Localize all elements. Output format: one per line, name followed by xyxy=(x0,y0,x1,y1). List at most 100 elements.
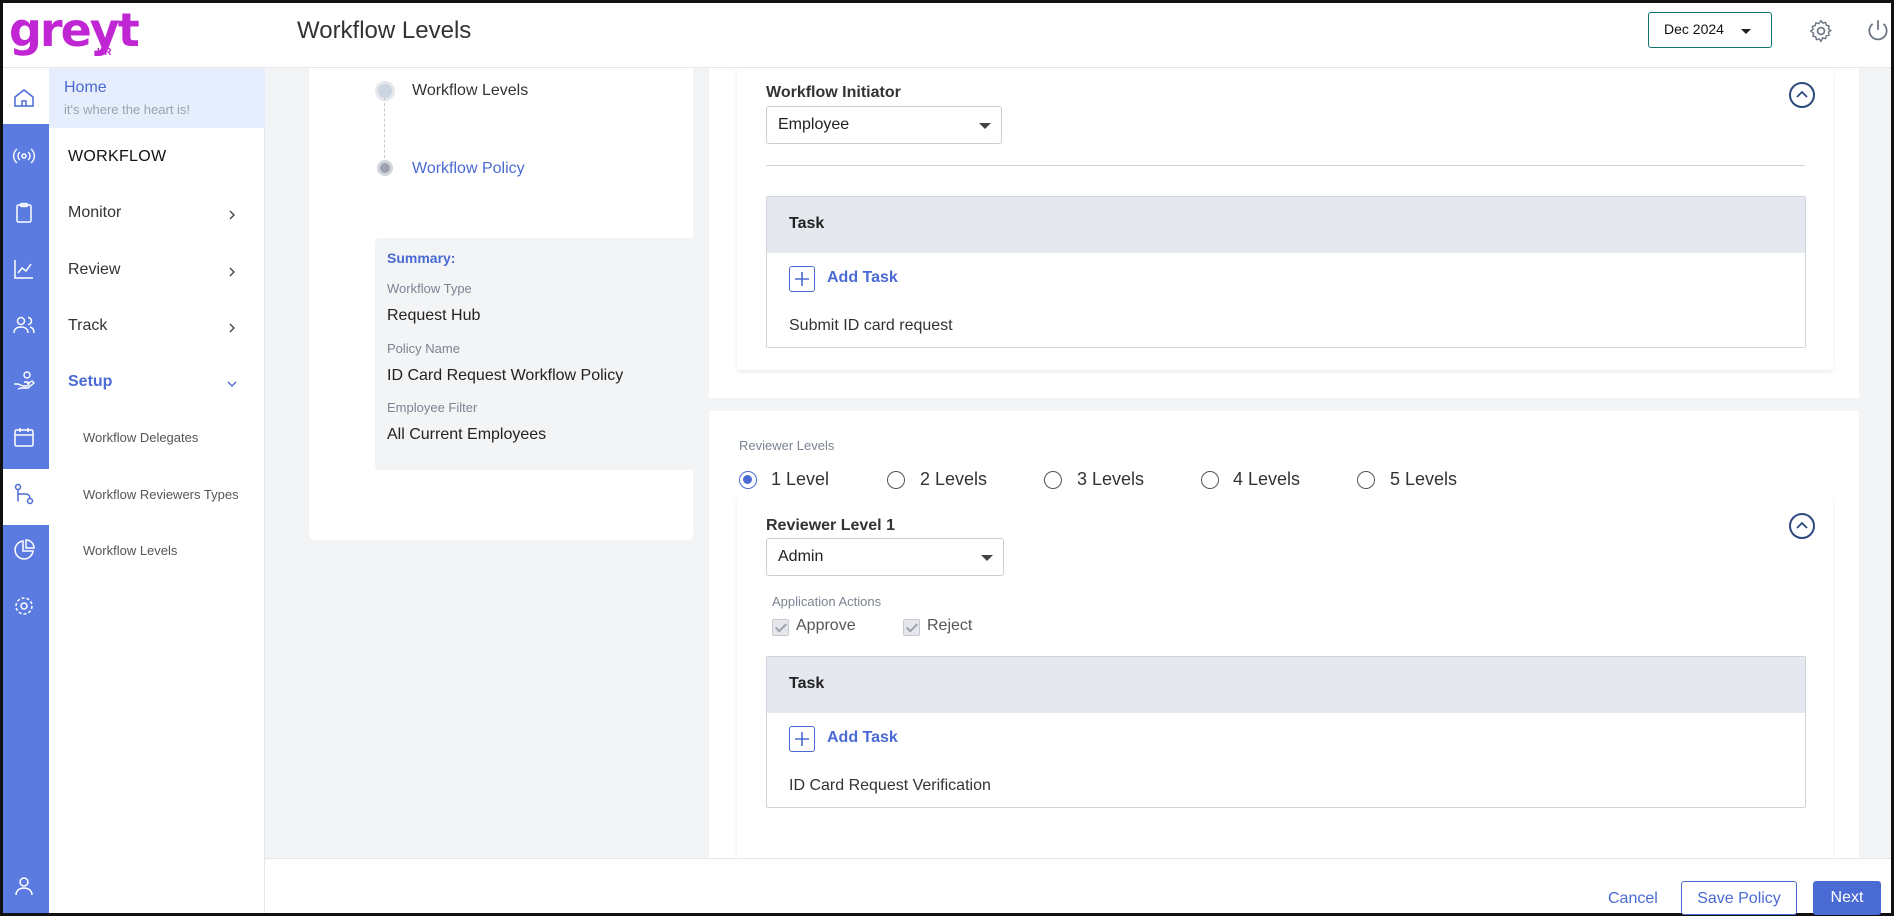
nav-section-title: WORKFLOW xyxy=(68,148,167,165)
reject-label: Reject xyxy=(927,617,973,634)
top-header: greyt HR Workflow Levels Dec 2024 xyxy=(3,3,1891,68)
chevron-right-icon xyxy=(229,323,235,333)
calendar-icon[interactable] xyxy=(12,425,36,449)
reviewer-add-task-button[interactable] xyxy=(789,726,815,752)
step-dot-current xyxy=(375,81,395,101)
cancel-button[interactable]: Cancel xyxy=(1608,890,1658,908)
nav-item-monitor[interactable]: Monitor xyxy=(68,204,121,222)
chevron-down-icon xyxy=(227,381,237,387)
caret-down-icon xyxy=(1741,29,1751,34)
chevron-right-icon xyxy=(229,210,235,220)
radio-4-levels[interactable] xyxy=(1201,471,1219,489)
reviewer-level-1-collapse-button[interactable] xyxy=(1789,513,1815,539)
nav-sub-workflow-levels[interactable]: Workflow Levels xyxy=(83,543,177,558)
initiator-add-task-button[interactable] xyxy=(789,266,815,292)
summary-box: Summary: Workflow Type Request Hub Polic… xyxy=(375,238,715,470)
home-icon[interactable] xyxy=(12,86,36,110)
logo-hr: HR xyxy=(97,47,112,58)
radio-3-levels-label[interactable]: 3 Levels xyxy=(1077,469,1144,490)
period-select[interactable]: Dec 2024 xyxy=(1648,12,1772,48)
gear-icon[interactable] xyxy=(1808,18,1834,44)
logo-wordmark: greyt xyxy=(9,3,140,57)
initiator-panel: Workflow Initiator Employee Task Add Tas… xyxy=(709,68,1859,398)
nav-item-setup[interactable]: Setup xyxy=(68,373,112,391)
summary-heading: Summary: xyxy=(387,250,456,266)
workflow-nav: Home it's where the heart is! WORKFLOW M… xyxy=(49,68,265,913)
radio-2-levels-label[interactable]: 2 Levels xyxy=(920,469,987,490)
approve-checkbox[interactable] xyxy=(772,619,789,636)
initiator-card: Workflow Initiator Employee Task Add Tas… xyxy=(737,68,1833,370)
summary-workflow-type-value: Request Hub xyxy=(387,307,481,324)
main-content: Workflow Levels Workflow Policy Summary:… xyxy=(265,68,1891,866)
nav-item-track[interactable]: Track xyxy=(68,317,107,335)
initiator-collapse-button[interactable] xyxy=(1789,82,1815,108)
summary-policy-name-label: Policy Name xyxy=(387,341,460,356)
caret-down-icon xyxy=(979,123,991,129)
reject-checkbox[interactable] xyxy=(903,619,920,636)
reviewer-levels-label: Reviewer Levels xyxy=(739,438,835,453)
reviewer-panel: Reviewer Levels 1 Level 2 Levels 3 Level… xyxy=(709,411,1859,866)
reviewer-level-1-card: Reviewer Level 1 Admin Application Actio… xyxy=(737,496,1833,866)
stepper-card: Workflow Levels Workflow Policy Summary:… xyxy=(309,68,715,540)
users-icon[interactable] xyxy=(12,313,36,337)
hand-coin-icon[interactable] xyxy=(12,369,36,393)
radio-2-levels[interactable] xyxy=(887,471,905,489)
nav-home[interactable]: Home it's where the heart is! xyxy=(49,68,265,128)
caret-down-icon xyxy=(981,555,993,561)
reviewer-add-task-label[interactable]: Add Task xyxy=(827,729,898,747)
application-actions-label: Application Actions xyxy=(772,594,882,609)
reviewer-task-header: Task xyxy=(767,657,1805,713)
radio-5-levels[interactable] xyxy=(1357,471,1375,489)
page-title: Workflow Levels xyxy=(297,17,472,44)
plus-icon xyxy=(795,272,809,286)
initiator-select-value: Employee xyxy=(778,116,850,133)
divider xyxy=(766,165,1805,166)
profile-icon[interactable] xyxy=(12,874,36,898)
reviewer-level-1-select[interactable]: Admin xyxy=(766,538,1004,576)
period-value: Dec 2024 xyxy=(1664,21,1724,37)
clipboard-icon[interactable] xyxy=(12,201,36,225)
save-policy-button[interactable]: Save Policy xyxy=(1681,881,1797,915)
radio-4-levels-label[interactable]: 4 Levels xyxy=(1233,469,1300,490)
summary-employee-filter-label: Employee Filter xyxy=(387,400,478,415)
workflow-branch-icon[interactable] xyxy=(12,482,36,506)
step-workflow-levels[interactable]: Workflow Levels xyxy=(412,82,528,100)
settings-cog-icon[interactable] xyxy=(12,594,36,618)
reviewer-level-1-label: Reviewer Level 1 xyxy=(766,517,895,534)
radio-3-levels[interactable] xyxy=(1044,471,1062,489)
footer-actions: Cancel Save Policy Next xyxy=(265,858,1891,915)
chevron-up-icon xyxy=(1796,90,1808,98)
greythr-logo[interactable]: greyt HR xyxy=(9,3,140,63)
chevron-up-icon xyxy=(1796,521,1808,529)
nav-item-review[interactable]: Review xyxy=(68,261,120,279)
nav-sub-workflow-reviewers-types[interactable]: Workflow Reviewers Types xyxy=(83,487,239,502)
summary-employee-filter-value: All Current Employees xyxy=(387,426,547,443)
next-button[interactable]: Next xyxy=(1813,881,1881,915)
power-icon[interactable] xyxy=(1865,18,1891,44)
radio-1-level[interactable] xyxy=(739,471,757,489)
initiator-task-item: Submit ID card request xyxy=(789,317,953,334)
initiator-task-header: Task xyxy=(767,197,1805,253)
radio-1-level-label[interactable]: 1 Level xyxy=(771,469,829,490)
pie-chart-icon[interactable] xyxy=(12,538,36,562)
initiator-task-table: Task Add Task Submit ID card request xyxy=(766,196,1806,348)
chart-line-icon[interactable] xyxy=(12,257,36,281)
initiator-select[interactable]: Employee xyxy=(766,106,1002,144)
radio-5-levels-label[interactable]: 5 Levels xyxy=(1390,469,1457,490)
app: greyt HR Workflow Levels Dec 2024 Home i… xyxy=(3,3,1891,915)
initiator-add-task-label[interactable]: Add Task xyxy=(827,269,898,287)
summary-policy-name-value: ID Card Request Workflow Policy xyxy=(387,367,624,384)
reviewer-task-table: Task Add Task ID Card Request Verificati… xyxy=(766,656,1806,808)
chevron-right-icon xyxy=(229,267,235,277)
plus-icon xyxy=(795,732,809,746)
broadcast-icon[interactable] xyxy=(12,144,36,168)
step-dot xyxy=(377,160,393,176)
approve-label: Approve xyxy=(796,617,856,634)
step-workflow-policy[interactable]: Workflow Policy xyxy=(412,160,525,178)
reviewer-task-item: ID Card Request Verification xyxy=(789,777,991,794)
nav-home-title: Home xyxy=(64,79,107,96)
nav-sub-workflow-delegates[interactable]: Workflow Delegates xyxy=(83,430,198,445)
initiator-label: Workflow Initiator xyxy=(766,84,901,101)
step-connector xyxy=(384,98,385,158)
nav-home-subtitle: it's where the heart is! xyxy=(64,102,191,117)
